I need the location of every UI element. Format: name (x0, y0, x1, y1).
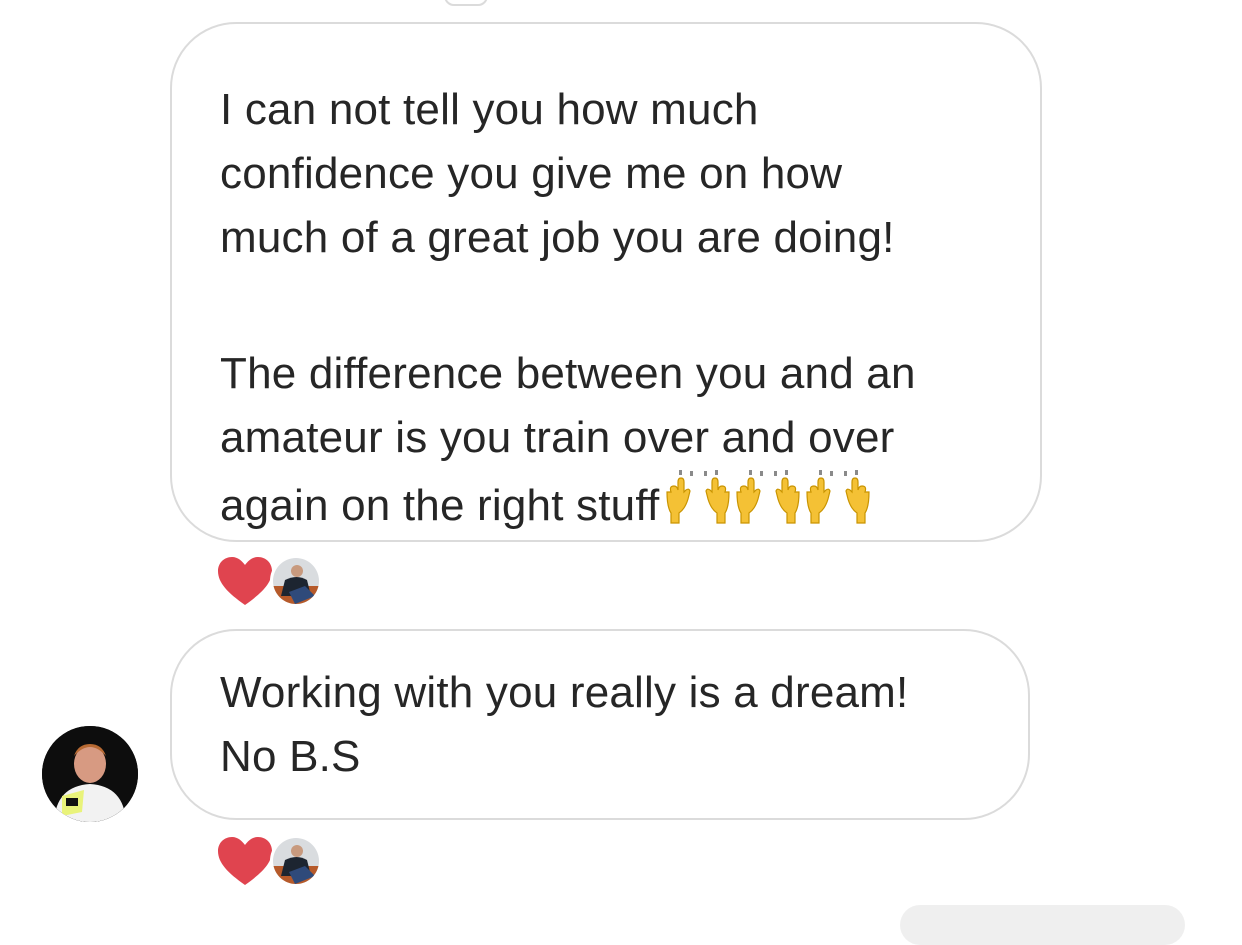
message-bubble[interactable]: I can not tell you how much confidence y… (170, 22, 1042, 542)
reactor-avatar[interactable] (270, 555, 322, 607)
message-bubble[interactable]: Working with you really is a dream! No B… (170, 629, 1030, 820)
heart-icon (216, 555, 274, 607)
message-line: No B.S (220, 732, 361, 781)
raising-hands-icon (666, 470, 731, 524)
message-line: I can not tell you how much (220, 85, 759, 134)
raising-hands-icon (806, 470, 871, 524)
message-line: again on the right stuff (220, 481, 660, 530)
heart-icon (216, 835, 274, 887)
emoji-group (665, 470, 871, 530)
previous-message-fragment (444, 0, 488, 6)
message-line: amateur is you train over and over (220, 413, 895, 462)
message-line-with-emoji: again on the right stuff (220, 470, 992, 538)
raising-hands-icon (736, 470, 801, 524)
message-reactions[interactable] (216, 553, 322, 609)
message-line: Working with you really is a dream! (220, 668, 909, 717)
outgoing-message-fragment (900, 905, 1185, 945)
reactor-avatar[interactable] (270, 835, 322, 887)
message-line: much of a great job you are doing! (220, 213, 895, 262)
message-reactions[interactable] (216, 833, 322, 889)
message-line: The difference between you and an (220, 349, 916, 398)
message-line: confidence you give me on how (220, 149, 843, 198)
sender-avatar[interactable] (42, 726, 138, 822)
